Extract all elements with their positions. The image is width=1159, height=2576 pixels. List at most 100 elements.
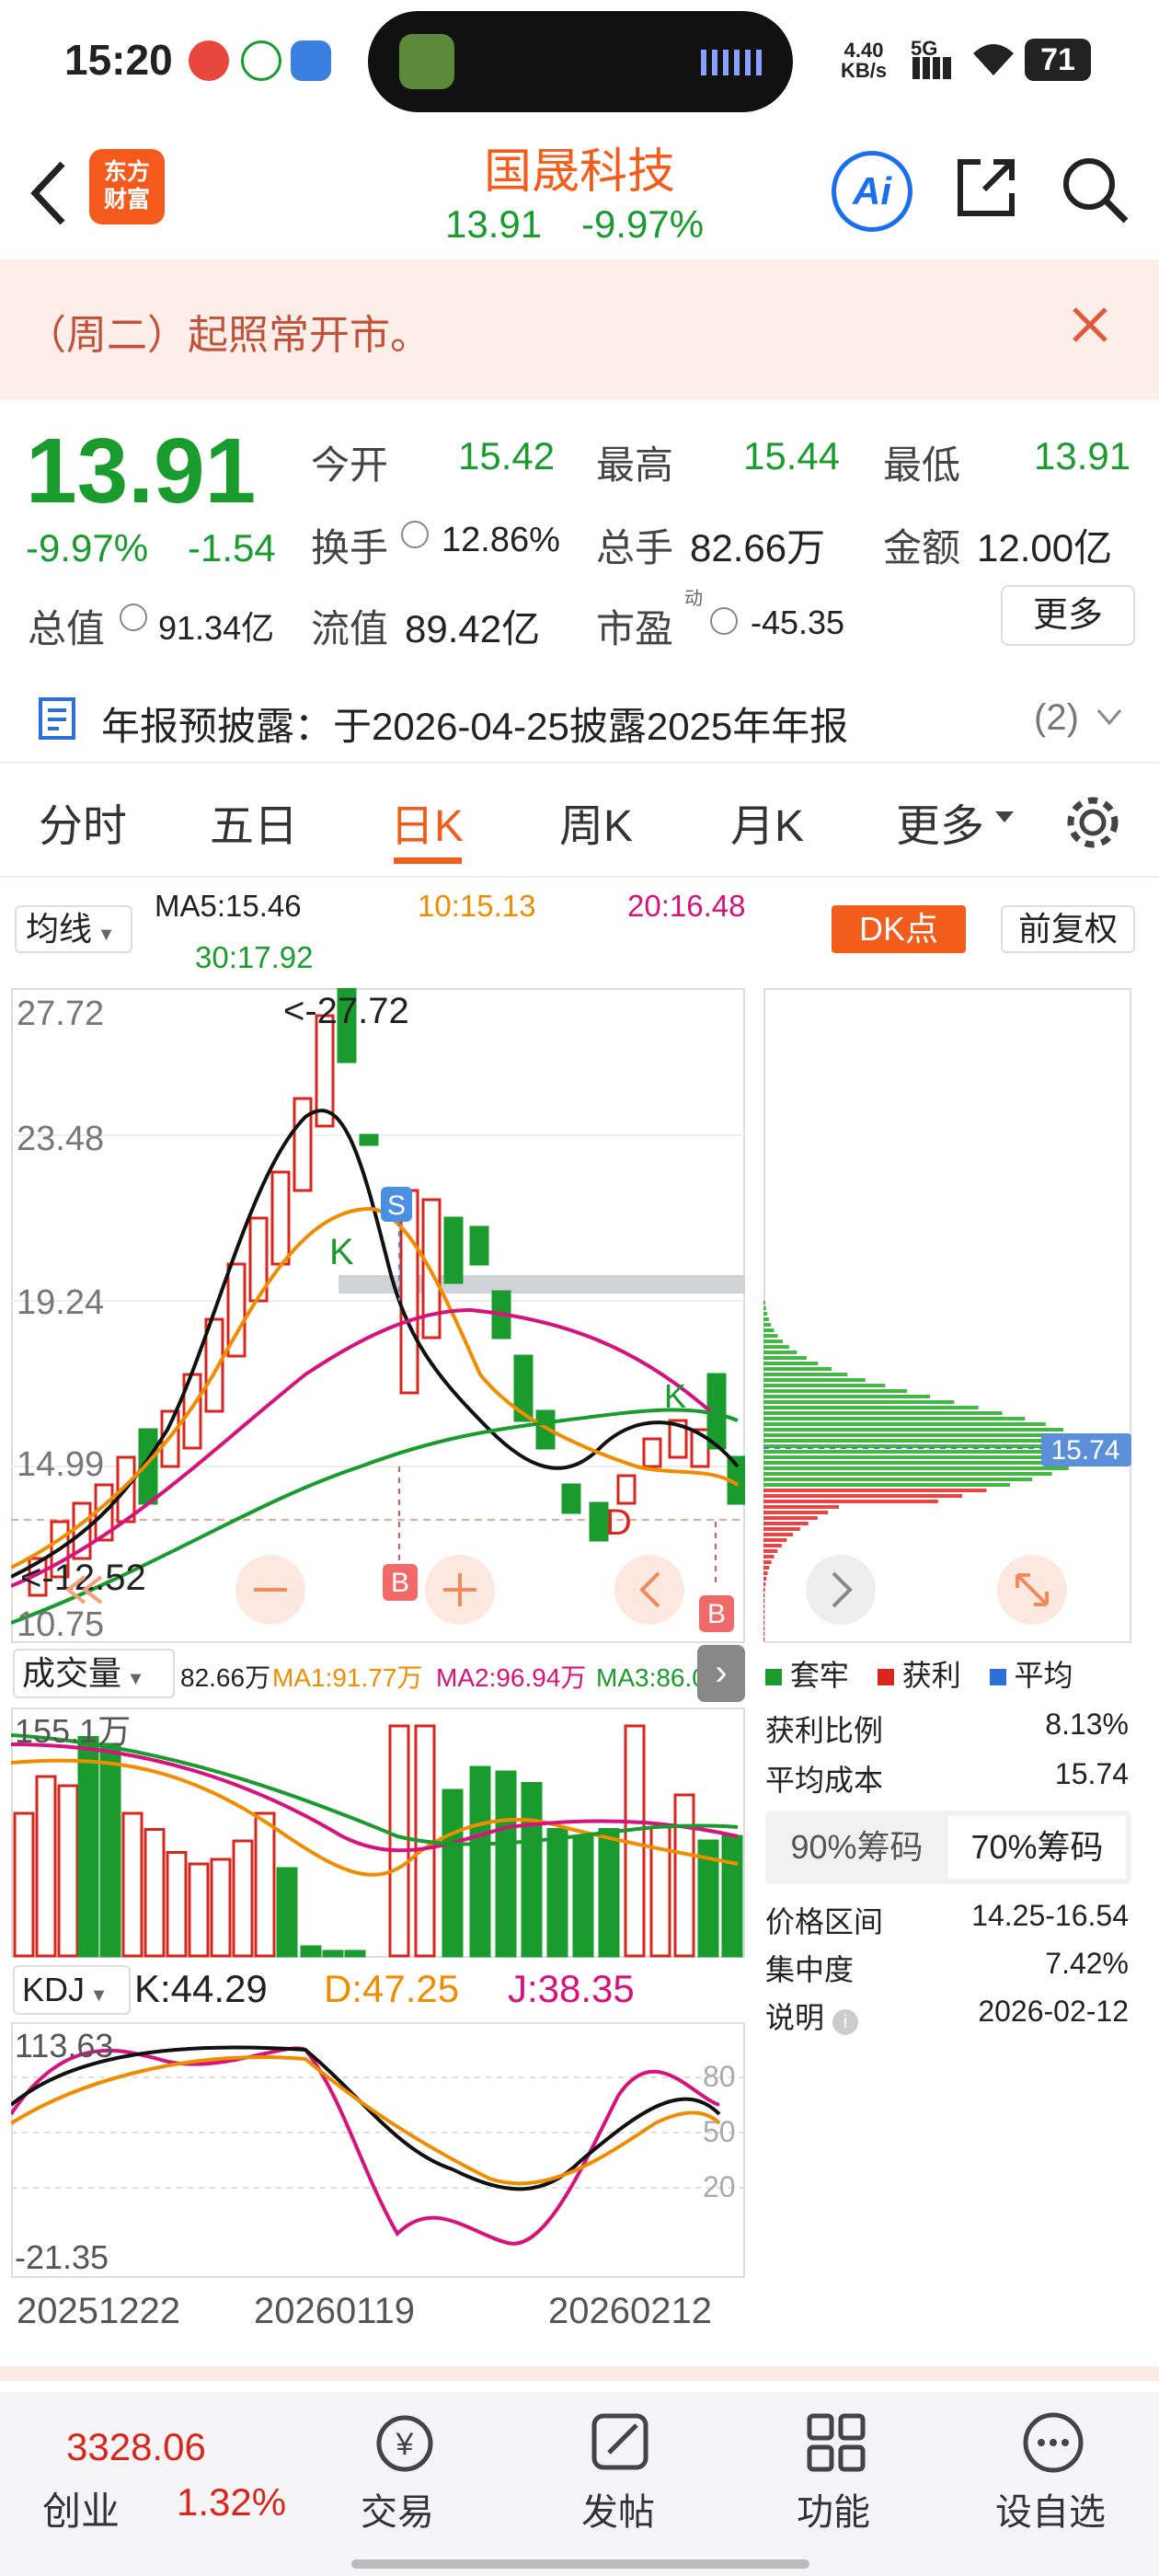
high-value: 15.44 xyxy=(743,434,841,477)
chip-bar xyxy=(763,1328,775,1332)
wifi-icon xyxy=(973,44,1014,75)
dk-button[interactable]: DK点 xyxy=(832,905,966,953)
volume-bar xyxy=(99,1742,121,1958)
chip-bar xyxy=(763,1340,783,1343)
notice-text: 年报预披露：于2026-04-25披露2025年年报 xyxy=(101,705,849,748)
main-chg: -1.54 xyxy=(188,526,276,569)
chip-tab-70[interactable]: 70%筹码 xyxy=(948,1816,1126,1879)
volume-chart: 155.1万 xyxy=(11,1708,745,1958)
chip-bar xyxy=(763,1406,979,1409)
report-notice[interactable]: 年报预披露：于2026-04-25披露2025年年报 (2) xyxy=(0,681,1159,764)
vol-label: 总手 xyxy=(596,526,674,569)
nav-watchlist[interactable]: 设自选 xyxy=(995,2482,1106,2536)
battery-icon: 71 xyxy=(1025,39,1091,81)
tab-daily-k[interactable]: 日K xyxy=(390,789,464,854)
function-icon[interactable] xyxy=(804,2410,868,2475)
k-marker: K xyxy=(664,1377,686,1415)
tab-more[interactable]: 更多 xyxy=(896,789,984,854)
tab-intraday[interactable]: 分时 xyxy=(39,789,127,854)
vol-legend: 82.66万 xyxy=(180,1663,271,1692)
chip-prev-button[interactable] xyxy=(806,1555,876,1625)
chip-bar xyxy=(763,1582,766,1586)
chip-bar xyxy=(763,1461,1082,1465)
kdj-select[interactable]: KDJ ▼ xyxy=(13,1965,131,2015)
chip-tabs: 90%筹码 70%筹码 xyxy=(765,1811,1131,1884)
k-marker: K xyxy=(329,1232,354,1272)
expand-indicator-button[interactable]: › xyxy=(697,1645,745,1702)
vol-top-label: 155.1万 xyxy=(15,1712,131,1750)
trade-icon[interactable]: ¥ xyxy=(372,2410,438,2477)
more-dots-icon[interactable] xyxy=(1021,2410,1085,2475)
notice-banner: （周二）起照常开市。 xyxy=(0,259,1159,399)
chip-bar xyxy=(763,1638,764,1641)
gear-icon[interactable] xyxy=(1063,793,1122,852)
chip-bar xyxy=(763,1345,789,1349)
chip-bar xyxy=(763,1351,798,1354)
volume-bar xyxy=(13,1811,35,1958)
index-name[interactable]: 创业 xyxy=(42,2480,120,2536)
share-icon[interactable] xyxy=(953,155,1019,221)
low-label: 最低 xyxy=(883,443,961,487)
sell-marker-label: S xyxy=(387,1190,406,1221)
document-icon xyxy=(39,697,75,740)
volume-bar xyxy=(388,1724,410,1958)
post-icon[interactable] xyxy=(589,2410,653,2475)
search-icon[interactable] xyxy=(1060,155,1130,224)
candlestick-chart[interactable]: S K K D B B 27.72 23.48 19.24 14.99 10.7… xyxy=(11,988,745,1643)
chip-tab-90[interactable]: 90%筹码 xyxy=(765,1811,948,1884)
ma-select[interactable]: 均线 ▼ xyxy=(15,905,132,953)
open-value: 15.42 xyxy=(458,434,556,477)
close-icon[interactable] xyxy=(1071,305,1109,344)
volume-bar xyxy=(598,1828,620,1958)
info-icon[interactable] xyxy=(710,607,738,635)
ai-button[interactable]: Ai xyxy=(832,151,912,232)
chip-bar xyxy=(763,1378,866,1382)
info-icon[interactable]: i xyxy=(832,2009,858,2035)
chip-bar xyxy=(763,1522,809,1525)
kdj-level-label: 80 xyxy=(703,2060,736,2093)
nav-function[interactable]: 功能 xyxy=(797,2482,870,2536)
chip-row: 平均成本 15.74 xyxy=(765,1757,1129,1797)
float-value: 89.42亿 xyxy=(405,607,541,650)
chip-bar xyxy=(763,1367,832,1371)
info-icon[interactable] xyxy=(120,604,147,631)
kdj-d-legend: D:47.25 xyxy=(324,1967,460,2010)
chip-bar xyxy=(763,1306,766,1310)
tab-weekly-k[interactable]: 周K xyxy=(559,789,633,854)
main-price: 13.91 xyxy=(26,420,257,523)
info-icon[interactable] xyxy=(401,521,429,548)
chip-distribution-chart[interactable]: 15.74 xyxy=(763,988,1131,1643)
indicator-select[interactable]: 成交量 ▼ xyxy=(13,1649,175,1698)
chip-bar xyxy=(763,1489,987,1492)
high-label: 最高 xyxy=(596,443,674,487)
ma10-legend: 10:15.13 xyxy=(418,889,536,923)
chip-bar xyxy=(763,1544,782,1547)
chip-bar xyxy=(763,1428,1064,1432)
volume-bar xyxy=(77,1736,99,1958)
pan-left-button[interactable] xyxy=(614,1555,684,1625)
chip-bar xyxy=(763,1627,764,1630)
amount-value: 12.00亿 xyxy=(977,526,1113,569)
zoom-in-button[interactable] xyxy=(425,1555,495,1625)
volume-bar xyxy=(322,1949,344,1958)
expand-icon[interactable] xyxy=(997,1555,1067,1625)
tab-monthly-k[interactable]: 月K xyxy=(730,789,804,854)
nav-post[interactable]: 发帖 xyxy=(581,2482,655,2536)
more-button[interactable]: 更多 xyxy=(1001,585,1135,646)
d-marker: D xyxy=(605,1502,632,1543)
zoom-out-button[interactable] xyxy=(235,1555,305,1625)
tab-five-day[interactable]: 五日 xyxy=(210,789,298,854)
nav-trade[interactable]: 交易 xyxy=(361,2482,434,2536)
chip-bar xyxy=(763,1478,1033,1481)
index-value[interactable]: 3328.06 xyxy=(66,2425,206,2469)
volume-bar xyxy=(300,1945,322,1958)
candle xyxy=(561,1483,581,1514)
chip-bar xyxy=(763,1527,800,1531)
chip-bar xyxy=(763,1577,767,1581)
chip-bar xyxy=(763,1389,908,1393)
chip-bar xyxy=(763,1334,778,1338)
adjust-button[interactable]: 前复权 xyxy=(1001,905,1135,953)
tab-underline xyxy=(394,857,462,864)
kdj-j-legend: J:38.35 xyxy=(508,1967,635,2010)
chip-bar xyxy=(763,1312,768,1316)
